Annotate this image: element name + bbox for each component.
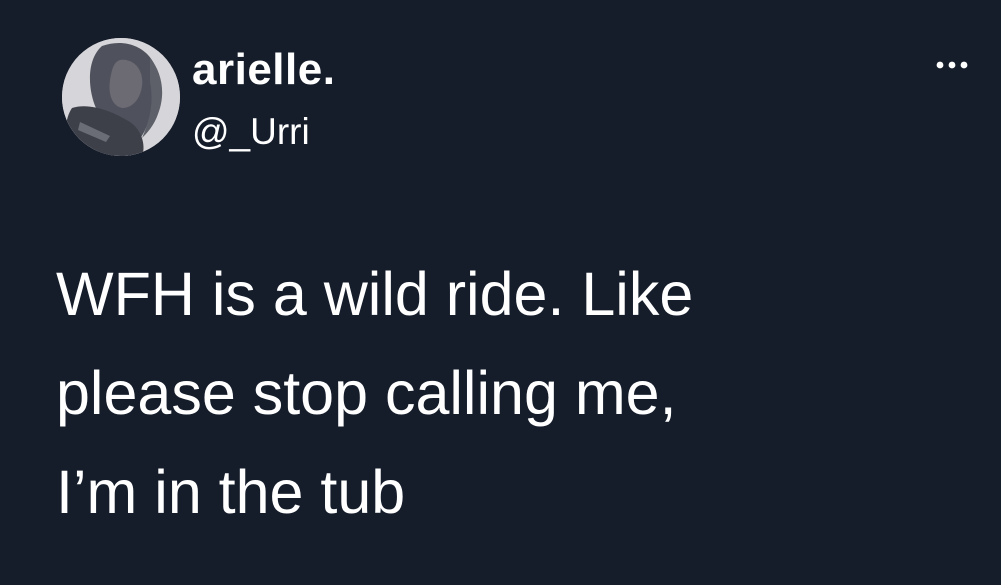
more-options-button[interactable] [930, 48, 974, 78]
display-name[interactable]: arielle. [192, 48, 335, 92]
user-handle[interactable]: @_Urri [192, 113, 310, 150]
avatar[interactable] [62, 38, 180, 156]
tweet-text: WFH is a wild ride. Like please stop cal… [56, 260, 694, 526]
tweet-card: arielle. @_Urri WFH is a wild ride. Like… [0, 0, 1001, 585]
more-dots-icon [936, 61, 968, 69]
profile-photo-icon [62, 38, 180, 156]
